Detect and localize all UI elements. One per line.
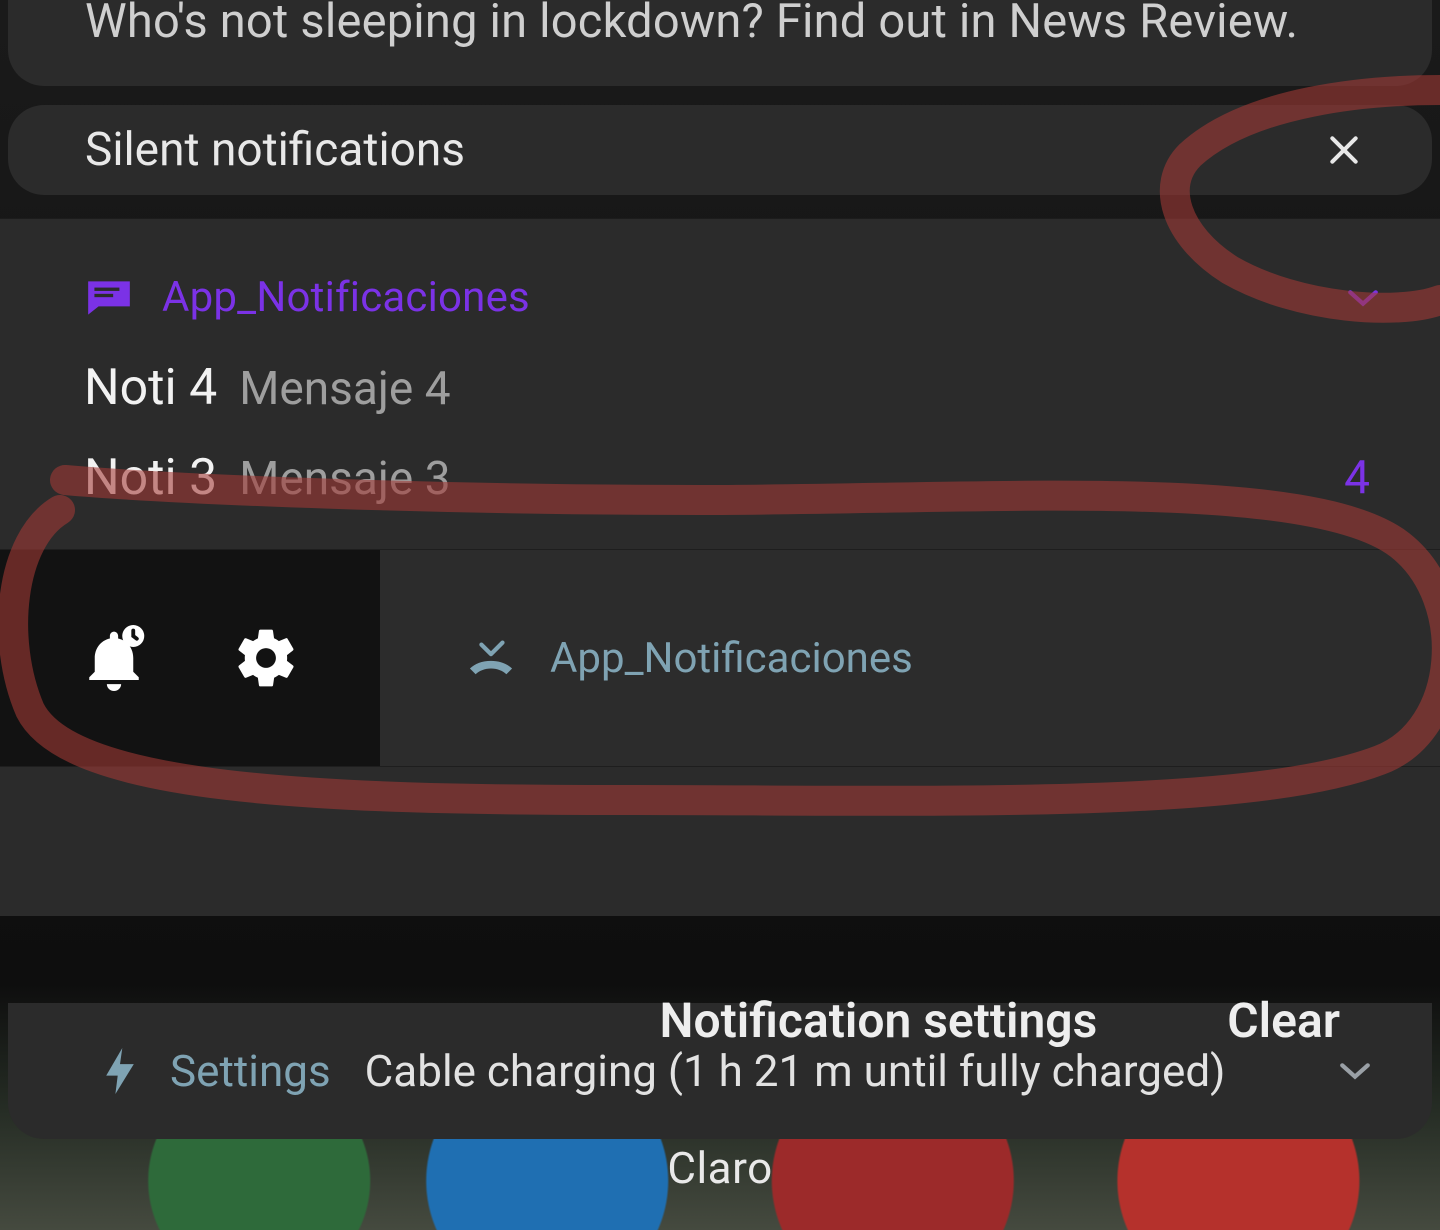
- missed-call-row[interactable]: App_Notificaciones: [380, 550, 1440, 766]
- news-review-text: Who's not sleeping in lockdown? Find out…: [85, 0, 1298, 49]
- notification-settings-button[interactable]: [230, 622, 302, 694]
- messages-icon: [84, 277, 134, 319]
- notification-item[interactable]: Noti 4 Mensaje 4: [84, 359, 1350, 417]
- notification-actions-row: App_Notificaciones: [0, 549, 1440, 767]
- notification-count: 4: [1344, 451, 1370, 505]
- close-silent-button[interactable]: [1316, 122, 1372, 178]
- missed-call-app-name: App_Notificaciones: [550, 634, 913, 683]
- bell-snooze-icon: [81, 622, 147, 694]
- missed-call-icon: [468, 638, 514, 678]
- notification-settings-link[interactable]: Notification settings: [660, 992, 1098, 1049]
- notification-actions-left: [0, 550, 380, 766]
- carrier-label: Claro: [0, 1142, 1440, 1194]
- silent-notifications-header: Silent notifications: [8, 105, 1432, 195]
- notification-title: Noti 3: [84, 449, 217, 507]
- notification-item[interactable]: Noti 3 Mensaje 3: [84, 449, 1350, 507]
- expand-group-button[interactable]: [1346, 287, 1380, 309]
- clear-all-button[interactable]: Clear: [1227, 992, 1340, 1049]
- notification-group-header[interactable]: App_Notificaciones: [84, 273, 1380, 322]
- silent-notifications-title: Silent notifications: [85, 123, 465, 177]
- chevron-down-icon: [1346, 287, 1380, 309]
- gear-icon: [232, 624, 300, 692]
- notification-message: Mensaje 3: [239, 452, 450, 506]
- notification-app-name: App_Notificaciones: [162, 273, 530, 322]
- silent-notifications-body: App_Notificaciones Noti 4 Mensaje 4 Noti…: [0, 218, 1440, 916]
- snooze-button[interactable]: [78, 622, 150, 694]
- notification-message: Mensaje 4: [239, 362, 450, 416]
- notification-title: Noti 4: [84, 359, 217, 417]
- close-icon: [1324, 130, 1364, 170]
- shade-bottom-actions: Notification settings Clear: [0, 960, 1440, 1080]
- news-review-card[interactable]: Who's not sleeping in lockdown? Find out…: [8, 0, 1432, 86]
